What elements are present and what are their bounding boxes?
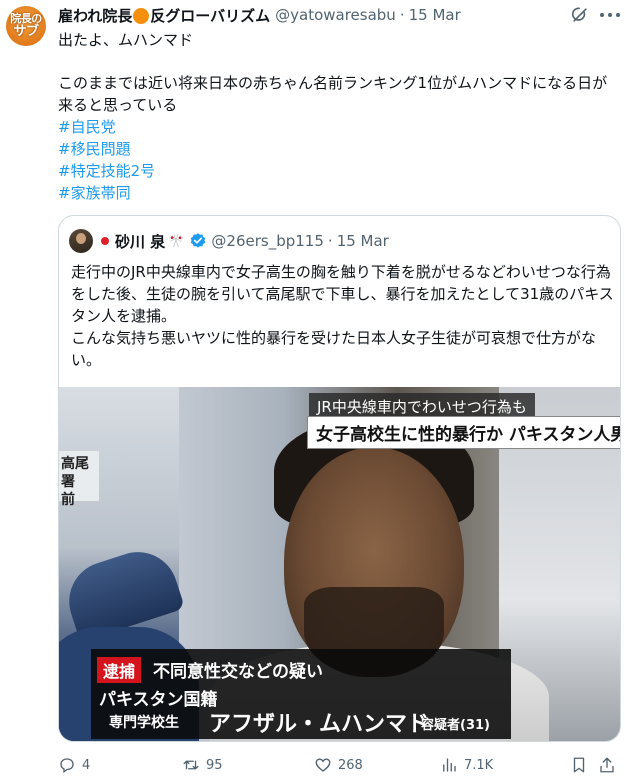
author-handle[interactable]: @yatowaresabu [275,6,396,24]
quoted-author-avatar[interactable] [69,229,93,253]
verified-badge-icon [191,233,206,248]
station-sign: 高尾署 前 [59,451,99,508]
tweet[interactable]: 院長の サブ 雇われ院長 反グローバリズム @yatowaresabu · 15 … [0,0,625,778]
author-name-part2: 反グローバリズム [150,6,271,25]
more-options-icon[interactable] [600,5,620,25]
hashtag-list: #自民党 #移民問題 #特定技能2号 #家族帯同 [58,116,155,204]
occupation-text: 専門学校生 [109,715,179,731]
quoted-tweet-text: 走行中のJR中央線車内で女子高生の胸を触り下着を脱がせるなどわいせつな行為をした… [71,263,614,369]
bookmark-icon [573,757,585,773]
share-button[interactable] [598,755,622,775]
tweet-text-line2: このままでは近い将来日本の赤ちゃん名前ランキング1位がムハンマドになる日が来ると… [58,74,608,114]
action-bar: 4 95 268 7.1K [58,755,621,775]
quoted-author-handle[interactable]: @26ers_bp115 [211,232,323,250]
like-button[interactable]: 268 [314,755,363,775]
quoted-tweet-header: 砂川 泉 🎌 @26ers_bp115 · 15 Mar [69,228,389,254]
retweet-button[interactable]: 95 [182,755,223,775]
hashtag-link[interactable]: #移民問題 [58,138,155,160]
avatar-text-line2: サブ [13,24,39,39]
quoted-author-name[interactable]: 砂川 泉 [115,231,165,252]
retweet-icon [183,760,199,770]
quoted-header-separator: · [327,232,333,250]
header-separator: · [399,6,405,24]
news-screenshot-image[interactable]: 高尾署 前 JR中央線車内でわいせつ行為も 女子高校生に性的暴行か パキスタン人… [59,387,620,741]
author-name[interactable]: 雇われ院長 反グローバリズム [58,5,270,26]
hashtag-link[interactable]: #家族帯同 [58,182,155,204]
suspect-suffix: 容疑者(31) [421,718,490,733]
heart-icon [315,758,331,772]
reply-button[interactable]: 4 [58,755,90,775]
hashtag-link[interactable]: #特定技能2号 [58,160,155,182]
crossed-flags-icon: 🎌 [168,233,185,249]
reply-icon [60,758,74,774]
author-avatar[interactable]: 院長の サブ [6,6,46,46]
share-icon [600,757,614,773]
suspect-name: アフザル・ムハンマド [209,712,430,737]
news-caption-headline: 女子高校生に性的暴行か パキスタン人男逮捕 [307,416,620,449]
tweet-date[interactable]: 15 Mar [409,6,461,24]
arrest-tag: 逮捕 [97,657,142,683]
grok-icon[interactable] [570,5,590,25]
tweet-header: 雇われ院長 反グローバリズム @yatowaresabu · 15 Mar [58,4,461,26]
quoted-tweet-date[interactable]: 15 Mar [337,232,389,250]
nationality-text: パキスタン国籍 [99,690,218,710]
views-count: 7.1K [464,757,494,773]
like-count: 268 [338,757,363,773]
views-chart-icon [443,758,456,772]
orange-circle-icon [133,8,150,24]
japan-flag-icon [101,237,109,245]
hashtag-link[interactable]: #自民党 [58,116,155,138]
suspicion-text: 不同意性交などの疑い [153,662,323,682]
reply-count: 4 [82,757,91,773]
author-name-part1: 雇われ院長 [58,6,133,25]
tweet-text-line1: 出たよ、ムハンマド [58,31,194,49]
retweet-count: 95 [206,757,223,773]
views-button[interactable]: 7.1K [440,755,493,775]
quoted-tweet[interactable]: 砂川 泉 🎌 @26ers_bp115 · 15 Mar 走行中のJR中央線車内… [58,215,621,742]
news-lower-third: 逮捕 不同意性交などの疑い パキスタン国籍 専門学校生 アフザル・ムハンマド 容… [91,649,511,739]
bookmark-button[interactable] [570,755,594,775]
